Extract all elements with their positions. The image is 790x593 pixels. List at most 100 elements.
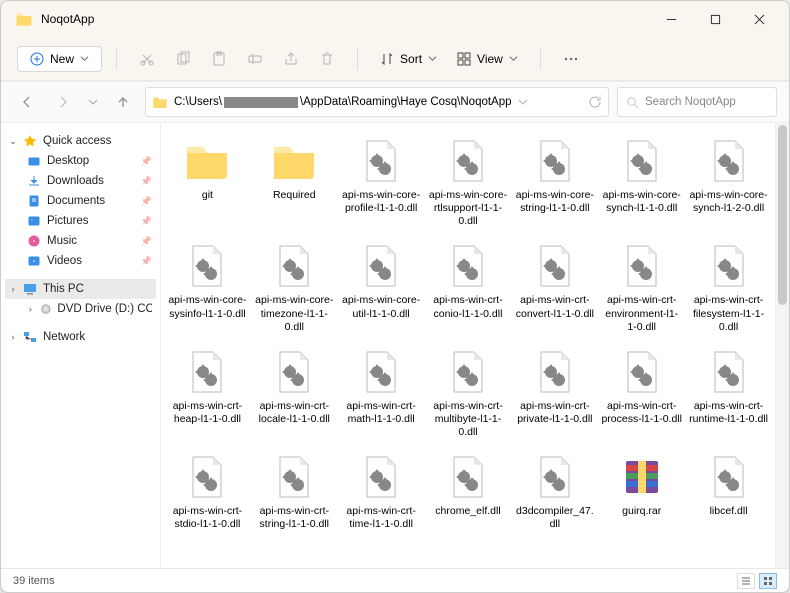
chevron-down-icon[interactable] — [518, 97, 528, 107]
file-item[interactable]: api-ms-win-core-timezone-l1-1-0.dll — [252, 236, 337, 337]
file-item[interactable]: api-ms-win-crt-runtime-l1-1-0.dll — [686, 342, 771, 443]
recent-button[interactable] — [85, 88, 101, 116]
file-label: api-ms-win-core-synch-l1-2-0.dll — [688, 189, 769, 215]
address-bar[interactable]: C:\Users\\AppData\Roaming\Haye Cosq\Noqo… — [145, 87, 609, 117]
pin-icon: 📌 — [141, 156, 152, 167]
file-item[interactable]: git — [165, 131, 250, 232]
path-suffix: \AppData\Roaming\Haye Cosq\NoqotApp — [300, 96, 512, 108]
up-button[interactable] — [109, 88, 137, 116]
new-button[interactable]: New — [17, 46, 102, 72]
rar-icon — [618, 453, 666, 501]
file-item[interactable]: chrome_elf.dll — [426, 447, 511, 535]
file-item[interactable]: api-ms-win-crt-environment-l1-1-0.dll — [599, 236, 684, 337]
sidebar-item-documents[interactable]: Documents📌 — [5, 191, 156, 211]
file-label: d3dcompiler_47.dll — [514, 505, 595, 531]
file-item[interactable]: Required — [252, 131, 337, 232]
file-label: api-ms-win-crt-environment-l1-1-0.dll — [601, 294, 682, 333]
file-item[interactable]: api-ms-win-crt-math-l1-1-0.dll — [339, 342, 424, 443]
details-view-button[interactable] — [737, 573, 755, 589]
more-button[interactable] — [555, 44, 587, 74]
file-item[interactable]: libcef.dll — [686, 447, 771, 535]
videos-icon — [27, 254, 41, 268]
file-item[interactable]: api-ms-win-core-synch-l1-2-0.dll — [686, 131, 771, 232]
close-button[interactable] — [737, 3, 781, 35]
minimize-button[interactable] — [649, 3, 693, 35]
sidebar-item-downloads[interactable]: Downloads📌 — [5, 171, 156, 191]
file-label: api-ms-win-core-string-l1-1-0.dll — [514, 189, 595, 215]
sidebar-quick-access[interactable]: ⌄ Quick access — [5, 131, 156, 151]
sidebar-dvd[interactable]: › DVD Drive (D:) CCCC — [5, 299, 156, 319]
window-title: NoqotApp — [41, 12, 649, 26]
refresh-icon[interactable] — [588, 95, 602, 109]
rename-button[interactable] — [239, 44, 271, 74]
folder-icon — [15, 10, 33, 28]
folder-icon — [270, 137, 318, 185]
share-button[interactable] — [275, 44, 307, 74]
file-item[interactable]: guirq.rar — [599, 447, 684, 535]
path-redacted — [224, 97, 298, 108]
view-button[interactable]: View — [449, 47, 526, 71]
scroll-thumb[interactable] — [778, 125, 787, 305]
sort-icon — [380, 52, 394, 66]
maximize-button[interactable] — [693, 3, 737, 35]
file-item[interactable]: api-ms-win-core-synch-l1-1-0.dll — [599, 131, 684, 232]
file-item[interactable]: api-ms-win-core-string-l1-1-0.dll — [512, 131, 597, 232]
file-label: api-ms-win-crt-stdio-l1-1-0.dll — [167, 505, 248, 531]
dll-icon — [531, 242, 579, 290]
cut-button[interactable] — [131, 44, 163, 74]
sidebar-item-music[interactable]: Music📌 — [5, 231, 156, 251]
music-icon — [27, 234, 41, 248]
search-placeholder: Search NoqotApp — [645, 96, 736, 108]
file-item[interactable]: api-ms-win-crt-multibyte-l1-1-0.dll — [426, 342, 511, 443]
dll-icon — [444, 348, 492, 396]
file-grid: gitRequiredapi-ms-win-core-profile-l1-1-… — [161, 123, 775, 568]
file-item[interactable]: api-ms-win-crt-string-l1-1-0.dll — [252, 447, 337, 535]
sidebar-this-pc[interactable]: › This PC — [5, 279, 156, 299]
sidebar-network[interactable]: › Network — [5, 327, 156, 347]
dll-icon — [270, 242, 318, 290]
search-input[interactable]: Search NoqotApp — [617, 87, 777, 117]
file-item[interactable]: api-ms-win-crt-conio-l1-1-0.dll — [426, 236, 511, 337]
dll-icon — [270, 348, 318, 396]
sort-button[interactable]: Sort — [372, 47, 445, 71]
file-item[interactable]: api-ms-win-crt-convert-l1-1-0.dll — [512, 236, 597, 337]
delete-button[interactable] — [311, 44, 343, 74]
dll-icon — [618, 137, 666, 185]
file-label: api-ms-win-crt-heap-l1-1-0.dll — [167, 400, 248, 426]
pin-icon: 📌 — [141, 176, 152, 187]
file-item[interactable]: api-ms-win-core-profile-l1-1-0.dll — [339, 131, 424, 232]
file-label: api-ms-win-core-util-l1-1-0.dll — [341, 294, 422, 320]
file-item[interactable]: api-ms-win-crt-filesystem-l1-1-0.dll — [686, 236, 771, 337]
status-count: 39 items — [13, 575, 55, 587]
file-item[interactable]: api-ms-win-crt-heap-l1-1-0.dll — [165, 342, 250, 443]
folder-icon — [183, 137, 231, 185]
dll-icon — [618, 242, 666, 290]
forward-button[interactable] — [49, 88, 77, 116]
copy-button[interactable] — [167, 44, 199, 74]
desktop-icon — [27, 154, 41, 168]
view-icon — [457, 52, 471, 66]
status-bar: 39 items — [1, 568, 789, 592]
file-item[interactable]: d3dcompiler_47.dll — [512, 447, 597, 535]
sidebar-item-pictures[interactable]: Pictures📌 — [5, 211, 156, 231]
file-item[interactable]: api-ms-win-crt-time-l1-1-0.dll — [339, 447, 424, 535]
sidebar-item-desktop[interactable]: Desktop📌 — [5, 151, 156, 171]
file-item[interactable]: api-ms-win-crt-stdio-l1-1-0.dll — [165, 447, 250, 535]
paste-button[interactable] — [203, 44, 235, 74]
back-button[interactable] — [13, 88, 41, 116]
sidebar-item-videos[interactable]: Videos📌 — [5, 251, 156, 271]
file-label: api-ms-win-crt-process-l1-1-0.dll — [601, 400, 682, 426]
file-item[interactable]: api-ms-win-core-sysinfo-l1-1-0.dll — [165, 236, 250, 337]
dll-icon — [357, 453, 405, 501]
file-item[interactable]: api-ms-win-core-rtlsupport-l1-1-0.dll — [426, 131, 511, 232]
file-item[interactable]: api-ms-win-crt-process-l1-1-0.dll — [599, 342, 684, 443]
file-item[interactable]: api-ms-win-core-util-l1-1-0.dll — [339, 236, 424, 337]
dll-icon — [531, 137, 579, 185]
pc-icon — [23, 282, 37, 296]
scrollbar[interactable] — [775, 123, 789, 568]
file-item[interactable]: api-ms-win-crt-private-l1-1-0.dll — [512, 342, 597, 443]
pin-icon: 📌 — [141, 256, 152, 267]
file-label: libcef.dll — [710, 505, 748, 518]
icons-view-button[interactable] — [759, 573, 777, 589]
file-item[interactable]: api-ms-win-crt-locale-l1-1-0.dll — [252, 342, 337, 443]
